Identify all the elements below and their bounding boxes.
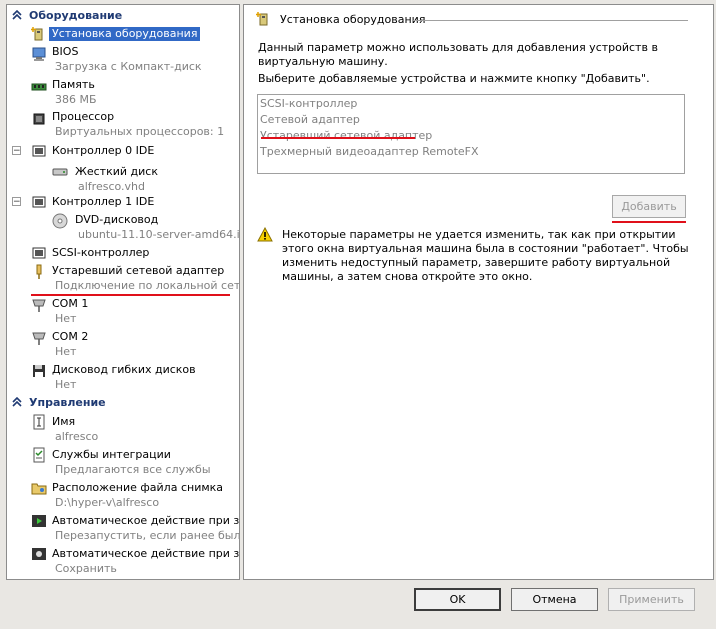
tree-item-subtitle: Нет [55,378,77,391]
tree-item-automatic-start-action[interactable]: Автоматическое действие при за... Переза… [7,512,239,542]
tree-item-subtitle: Перезапустить, если ранее был ... [55,529,240,542]
section-hardware-title: Оборудование [29,9,123,22]
tree-item-integration-services[interactable]: Службы интеграции Предлагаются все служб… [7,446,239,476]
collapse-toggle-icon[interactable]: − [12,146,21,156]
tree-item-label: COM 2 [52,330,89,343]
tree-item-subtitle: D:\hyper-v\alfresco [55,496,160,509]
section-management-title: Управление [29,396,106,409]
tree-item-label: SCSI-контроллер [52,246,150,259]
add-button[interactable]: Добавить [612,195,686,218]
floppy-disk-icon [33,365,45,377]
tree-item-processor[interactable]: Процессор Виртуальных процессоров: 1 [7,110,239,140]
tree-item-floppy-drive[interactable]: Дисковод гибких дисков Нет [7,362,239,392]
name-document-icon [33,414,45,430]
auto-start-icon [32,515,46,527]
panel-title: Установка оборудования [280,13,426,26]
tree-item-ide-controller-0[interactable]: − Контроллер 0 IDE [7,143,239,160]
tree-item-memory[interactable]: Память 386 МБ [7,78,239,108]
annotation-underline [261,137,415,139]
tree-item-bios[interactable]: BIOS Загрузка с Компакт-диск [7,45,239,75]
section-management-header[interactable]: Управление [7,395,239,410]
annotation-underline [612,221,686,223]
tree-item-com2[interactable]: COM 2 Нет [7,329,239,359]
list-item[interactable]: Устаревший сетевой адаптер [260,128,684,144]
ide-controller-icon [32,145,46,157]
tree-item-label: Контроллер 1 IDE [52,195,155,208]
network-adapter-icon [36,264,42,279]
tree-item-label: Установка оборудования [49,27,201,41]
tree-item-subtitle: Сохранить [55,562,117,575]
tree-item-subtitle: Нет [55,312,77,325]
tree-item-ide-controller-1[interactable]: − Контроллер 1 IDE [7,194,239,211]
tree-item-subtitle: Виртуальных процессоров: 1 [55,125,225,138]
panel-instruction: Выберите добавляемые устройства и нажмит… [258,72,650,85]
tree-item-snapshot-location[interactable]: Расположение файла снимка D:\hyper-v\alf… [7,479,239,509]
memory-chip-icon [31,83,47,91]
add-hardware-icon [256,12,268,26]
panel-description: Данный параметр можно использовать для д… [258,41,658,68]
tree-item-label: Устаревший сетевой адаптер [52,264,225,277]
auto-stop-icon [32,548,46,560]
tree-item-subtitle: Загрузка с Компакт-диск [55,60,202,73]
com-port-icon [32,332,46,345]
tree-item-label: Автоматическое действие при за... [52,547,240,560]
tree-item-label: Автоматическое действие при за... [52,514,240,527]
tree-item-label: Процессор [52,110,115,123]
tree-item-subtitle: Нет [55,345,77,358]
tree-item-label: Дисковод гибких дисков [52,363,196,376]
list-item[interactable]: Сетевой адаптер [260,112,684,128]
details-panel: Установка оборудования Данный параметр м… [243,4,714,580]
tree-item-subtitle: 386 МБ [55,93,97,106]
apply-button[interactable]: Применить [608,588,695,611]
tree-item-subtitle: Подключение по локальной сет... [55,279,240,292]
collapse-chevron-icon[interactable] [12,10,22,20]
tree-item-subtitle: ubuntu-11.10-server-amd64.iso [78,228,240,241]
dvd-disc-icon [52,213,68,229]
tree-item-subtitle: Предлагаются все службы [55,463,211,476]
processor-icon [33,113,45,125]
hard-disk-icon [52,168,68,176]
tree-item-name[interactable]: Имя alfresco [7,413,239,443]
collapse-chevron-icon[interactable] [12,397,22,407]
tree-item-label: Жесткий диск [75,165,158,178]
add-hardware-icon [31,27,43,41]
section-hardware-header[interactable]: Оборудование [7,8,239,23]
tree-item-scsi-controller[interactable]: SCSI-контроллер [7,245,239,262]
cancel-button[interactable]: Отмена [511,588,598,611]
bios-icon [32,47,46,61]
tree-item-label: Память [52,78,95,91]
ide-controller-icon [32,196,46,208]
collapse-toggle-icon[interactable]: − [12,197,21,207]
tree-item-legacy-network-adapter[interactable]: Устаревший сетевой адаптер Подключение п… [7,263,239,293]
com-port-icon [32,299,46,312]
scsi-controller-icon [32,247,46,259]
tree-item-subtitle: alfresco.vhd [78,180,145,193]
checklist-icon [33,447,45,463]
tree-item-com1[interactable]: COM 1 Нет [7,296,239,326]
title-divider [412,20,688,21]
settings-tree: Оборудование Установка оборудования BIOS… [6,4,240,580]
warning-message: Некоторые параметры не удается изменить,… [282,228,689,283]
list-item[interactable]: SCSI-контроллер [260,96,684,112]
tree-item-label: COM 1 [52,297,89,310]
warning-icon [257,227,273,242]
settings-window: Оборудование Установка оборудования BIOS… [0,0,716,629]
device-listbox[interactable]: SCSI-контроллер Сетевой адаптер Устаревш… [257,94,685,174]
tree-item-add-hardware[interactable]: Установка оборудования [7,25,239,43]
tree-item-label: Имя [52,415,76,428]
tree-item-label: DVD-дисковод [75,213,159,226]
list-item[interactable]: Трехмерный видеоадаптер RemoteFX [260,144,684,160]
ok-button[interactable]: OK [414,588,501,611]
tree-item-label: Службы интеграции [52,448,171,461]
tree-item-label: BIOS [52,45,79,58]
tree-item-hard-disk[interactable]: Жесткий диск alfresco.vhd [7,162,239,193]
tree-item-label: Контроллер 0 IDE [52,144,155,157]
snapshot-folder-icon [31,483,47,495]
tree-item-dvd-drive[interactable]: DVD-дисковод ubuntu-11.10-server-amd64.i… [7,212,239,242]
tree-item-automatic-stop-action[interactable]: Автоматическое действие при за... Сохран… [7,545,239,575]
tree-item-label: Расположение файла снимка [52,481,224,494]
tree-item-subtitle: alfresco [55,430,99,443]
